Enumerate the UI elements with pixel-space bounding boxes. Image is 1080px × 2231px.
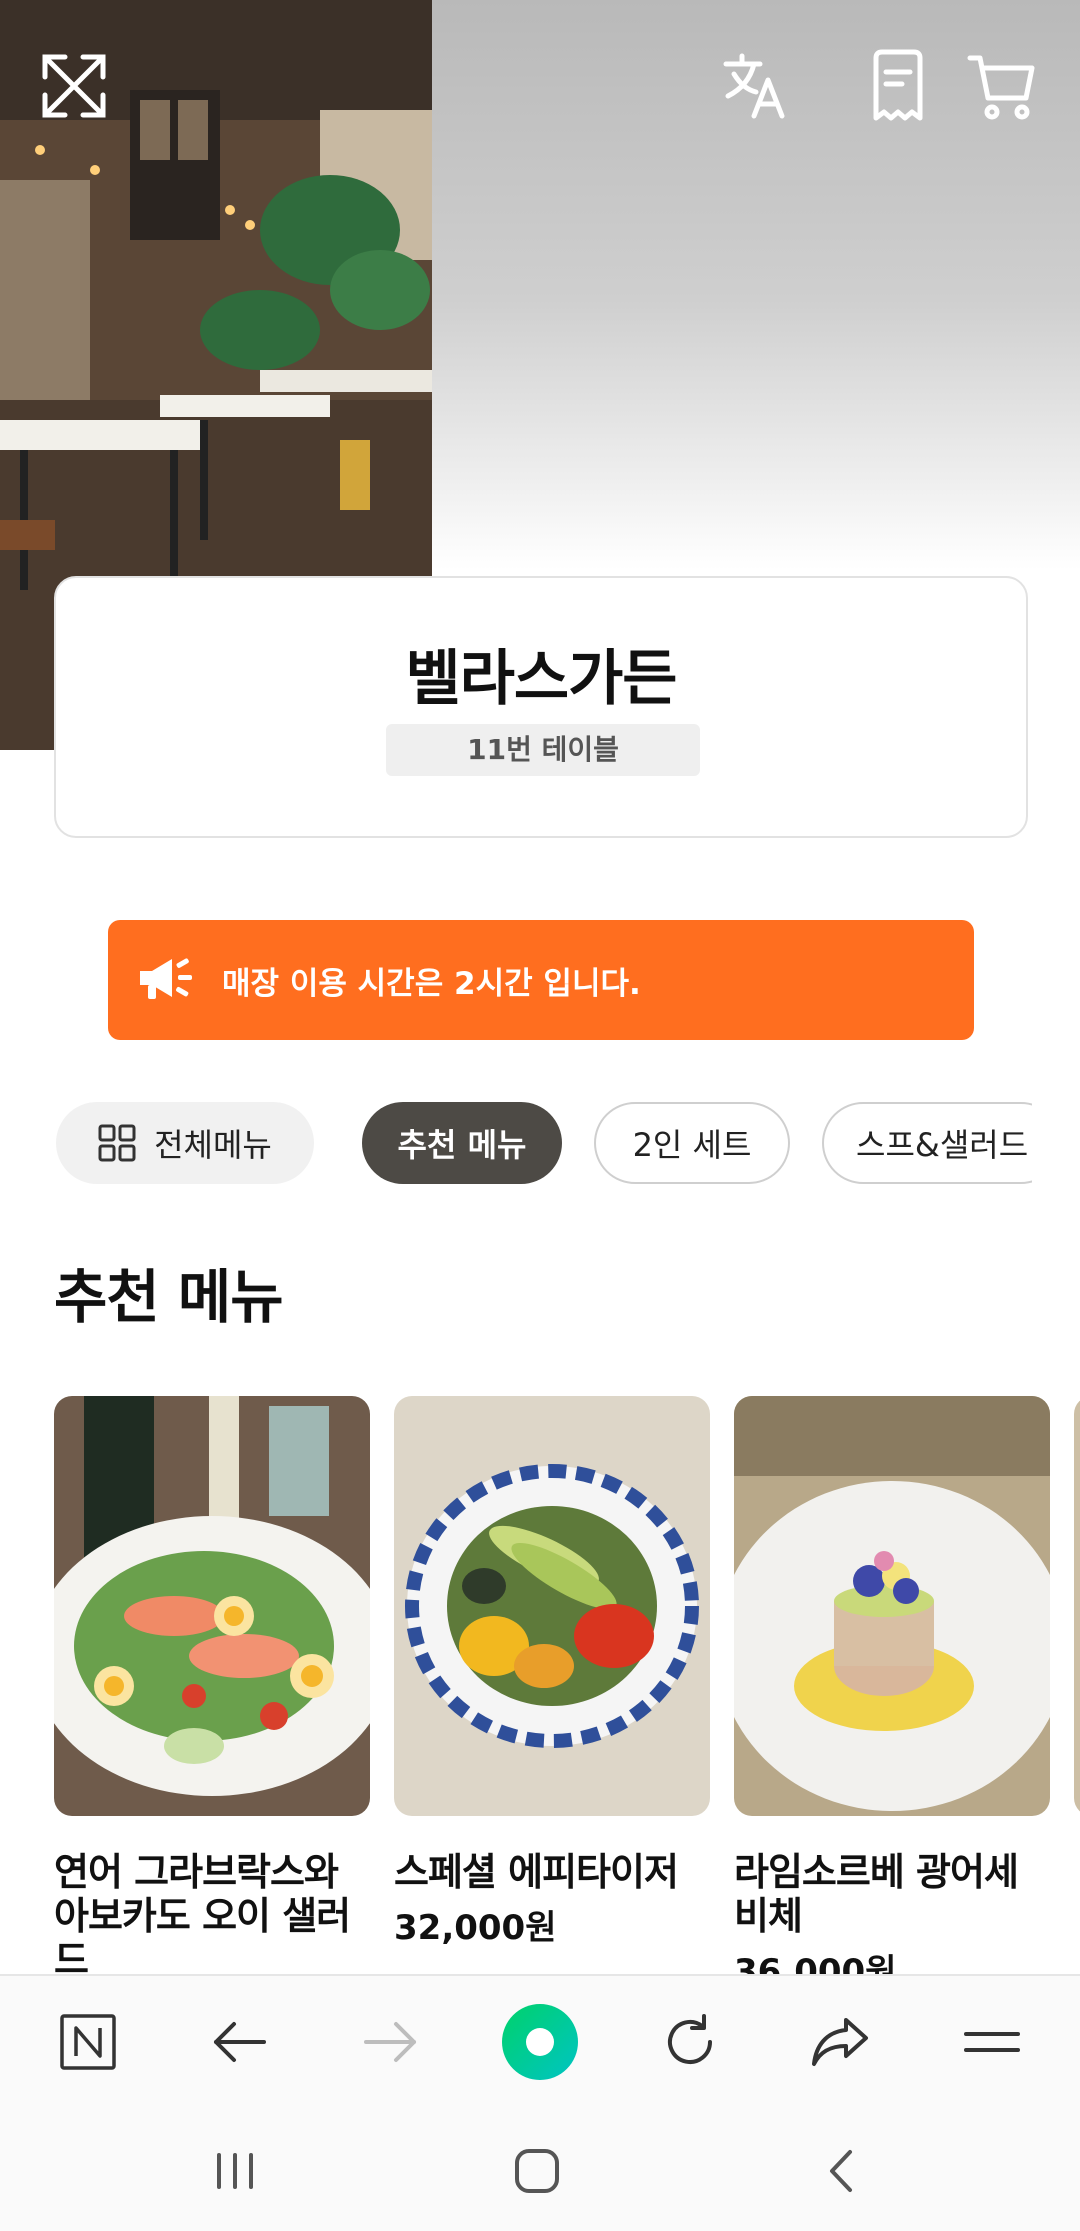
store-info-card: 벨라스가든 11번 테이블: [54, 576, 1028, 838]
menu-item-lime-ceviche[interactable]: 라임소르베 광어세비체 36,000원: [734, 1396, 1050, 1976]
menu-item-salmon-salad[interactable]: 연어 그라브락스와 아보카도 오이 샐러드: [54, 1396, 370, 1976]
section-title: 추천 메뉴: [54, 1263, 284, 1331]
forward-arrow-icon[interactable]: [340, 1992, 440, 2092]
menu-item-name: 스페셜 에피타이저: [394, 1850, 679, 1894]
system-nav-bar: [0, 2106, 1080, 2231]
table-number-badge: 11번 테이블: [386, 724, 700, 776]
tab-label: 추천 메뉴: [397, 1126, 527, 1164]
chips-edge: [1032, 1100, 1080, 1190]
tab-label: 스프&샐러드: [856, 1126, 1029, 1164]
menu-item-name: 연어 그라브락스와 아보카도 오이 샐러드: [54, 1850, 351, 1976]
menu-item-special-appetizer[interactable]: 스페셜 에피타이저 32,000원: [394, 1396, 710, 1949]
back-arrow-icon[interactable]: [190, 1992, 290, 2092]
menu-item-name: 라임소르베 광어세비체: [734, 1850, 1019, 1938]
menu-item-photo: [54, 1396, 370, 1816]
expand-icon[interactable]: [28, 40, 120, 132]
receipt-icon[interactable]: [852, 40, 944, 132]
system-back-icon[interactable]: [796, 2126, 886, 2216]
browser-toolbar: [0, 1974, 1080, 2106]
menu-item-photo: [1074, 1396, 1080, 1816]
menu-item-partial[interactable]: [1074, 1396, 1080, 1816]
recent-apps-icon[interactable]: [190, 2126, 280, 2216]
tab-all-menu[interactable]: 전체메뉴: [56, 1102, 314, 1184]
category-tabs: 전체메뉴 추천 메뉴 2인 세트 스프&샐러드: [0, 1100, 1080, 1190]
menu-item-photo: [394, 1396, 710, 1816]
megaphone-icon: [138, 955, 198, 1005]
tab-label: 전체메뉴: [154, 1126, 272, 1164]
menu-item-photo: [734, 1396, 1050, 1816]
naver-icon[interactable]: [38, 1992, 138, 2092]
notice-text: 매장 이용 시간은 2시간 입니다.: [222, 965, 641, 1002]
home-circle-icon[interactable]: [490, 1992, 590, 2092]
cart-icon[interactable]: [956, 40, 1048, 132]
tab-label: 2인 세트: [632, 1126, 752, 1164]
notice-banner: 매장 이용 시간은 2시간 입니다.: [108, 920, 974, 1040]
home-button-icon[interactable]: [492, 2126, 582, 2216]
menu-item-price: 36,000원: [734, 1952, 897, 1976]
tab-soup-salad[interactable]: 스프&샐러드: [822, 1102, 1062, 1184]
tab-recommended[interactable]: 추천 메뉴: [362, 1102, 562, 1184]
menu-item-price: 32,000원: [394, 1908, 557, 1948]
translate-icon[interactable]: [710, 40, 802, 132]
tab-set-for-two[interactable]: 2인 세트: [594, 1102, 790, 1184]
share-icon[interactable]: [790, 1992, 890, 2092]
menu-icon[interactable]: [942, 1992, 1042, 2092]
grid-icon: [98, 1124, 136, 1162]
menu-carousel[interactable]: 연어 그라브락스와 아보카도 오이 샐러드 스페셜 에피타이저 32,000원 …: [0, 1396, 1080, 1976]
page: 벨라스가든 11번 테이블 매장 이용 시간은 2시간 입니다. 전체메뉴 추천…: [0, 0, 1080, 2231]
store-name: 벨라스가든: [405, 644, 678, 714]
reload-icon[interactable]: [640, 1992, 740, 2092]
